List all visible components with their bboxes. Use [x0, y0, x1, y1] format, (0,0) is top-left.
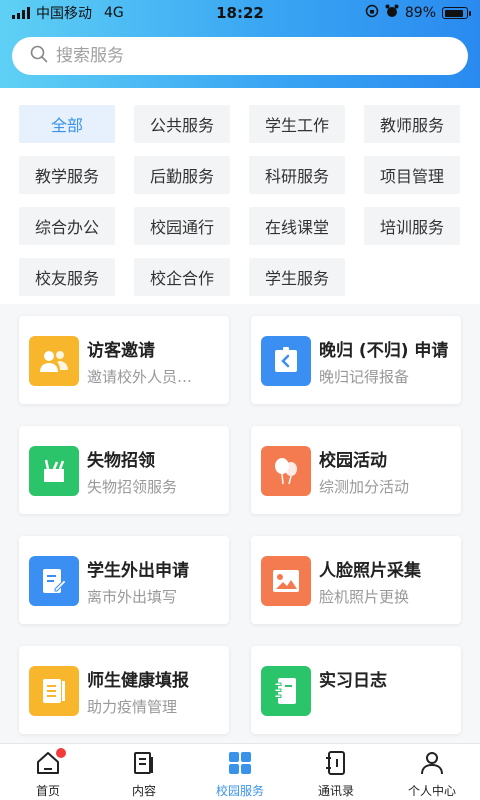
service-title: 访客邀请	[87, 341, 155, 361]
rotation-lock-icon	[365, 4, 379, 22]
category-office[interactable]: 综合办公	[19, 207, 115, 245]
alarm-icon	[385, 4, 399, 22]
balloon-icon	[261, 446, 311, 496]
battery-icon	[442, 7, 471, 19]
service-title: 晚归 (不归) 申请	[319, 341, 449, 361]
notification-dot	[56, 748, 66, 758]
tab-home[interactable]: 首页	[0, 744, 96, 800]
content-icon	[131, 750, 157, 780]
carrier-label: 中国移动	[36, 6, 92, 22]
service-subtitle: 失物招领服务	[87, 478, 178, 496]
category-student-work[interactable]: 学生工作	[249, 105, 345, 143]
battery-percent: 89%	[404, 5, 436, 21]
search-icon	[30, 45, 48, 67]
service-subtitle: 邀请校外人员…	[87, 368, 193, 386]
service-title: 校园活动	[319, 451, 387, 471]
category-online-class[interactable]: 在线课堂	[249, 207, 345, 245]
service-card-return-late[interactable]: 晚归 (不归) 申请 晚归记得报备	[251, 316, 461, 404]
bottom-tab-bar: 首页 内容 校园服务 通讯录 个人中心	[0, 743, 480, 800]
category-enterprise[interactable]: 校企合作	[134, 258, 230, 296]
category-alumni[interactable]: 校友服务	[19, 258, 115, 296]
service-subtitle: 离市外出填写	[87, 588, 178, 606]
service-subtitle: 助力疫情管理	[87, 698, 178, 716]
service-card-student-leave[interactable]: 学生外出申请 离市外出填写	[19, 536, 229, 624]
category-teaching[interactable]: 教学服务	[19, 156, 115, 194]
service-card-lost-found[interactable]: 失物招领 失物招领服务	[19, 426, 229, 514]
clock: 18:22	[216, 4, 264, 22]
service-card-internship-log[interactable]: 实习日志	[251, 646, 461, 734]
tab-profile[interactable]: 个人中心	[384, 744, 480, 800]
category-campus-pass[interactable]: 校园通行	[134, 207, 230, 245]
signal-icon	[12, 7, 30, 19]
grid-icon	[227, 750, 253, 780]
contacts-icon	[323, 750, 349, 780]
service-card-visitor[interactable]: 访客邀请 邀请校外人员…	[19, 316, 229, 404]
lost-found-icon	[29, 446, 79, 496]
service-title: 学生外出申请	[87, 561, 189, 581]
category-training[interactable]: 培训服务	[364, 207, 460, 245]
notebook-icon	[261, 666, 311, 716]
search-input[interactable]	[56, 46, 436, 66]
return-late-icon	[261, 336, 311, 386]
service-subtitle: 晚归记得报备	[319, 368, 410, 386]
tab-label: 通讯录	[317, 784, 354, 798]
tab-contacts[interactable]: 通讯录	[288, 744, 384, 800]
category-logistics[interactable]: 后勤服务	[134, 156, 230, 194]
tab-label: 个人中心	[407, 784, 456, 798]
service-subtitle: 脸机照片更换	[319, 588, 410, 606]
form-edit-icon	[29, 556, 79, 606]
tab-content[interactable]: 内容	[96, 744, 192, 800]
service-subtitle: 综测加分活动	[319, 478, 410, 496]
service-title: 实习日志	[319, 671, 387, 691]
tab-label: 内容	[131, 784, 156, 798]
service-card-campus-activity[interactable]: 校园活动 综测加分活动	[251, 426, 461, 514]
photo-icon	[261, 556, 311, 606]
search-bar[interactable]	[12, 37, 468, 75]
category-filter: 全部 公共服务 学生工作 教师服务 教学服务 后勤服务 科研服务 项目管理 综合…	[0, 88, 480, 304]
service-card-face-photo[interactable]: 人脸照片采集 脸机照片更换	[251, 536, 461, 624]
header: 中国移动 4G 18:22 89%	[0, 0, 480, 88]
health-report-icon	[29, 666, 79, 716]
service-card-health-report[interactable]: 师生健康填报 助力疫情管理	[19, 646, 229, 734]
category-project[interactable]: 项目管理	[364, 156, 460, 194]
service-title: 人脸照片采集	[319, 561, 421, 581]
category-all[interactable]: 全部	[19, 105, 115, 143]
tab-campus-service[interactable]: 校园服务	[192, 744, 288, 800]
service-title: 师生健康填报	[87, 671, 189, 691]
category-research[interactable]: 科研服务	[249, 156, 345, 194]
tab-label: 首页	[35, 784, 60, 798]
network-label: 4G	[104, 5, 124, 21]
category-teacher[interactable]: 教师服务	[364, 105, 460, 143]
category-student-service[interactable]: 学生服务	[249, 258, 345, 296]
tab-label: 校园服务	[215, 784, 264, 798]
category-public[interactable]: 公共服务	[134, 105, 230, 143]
profile-icon	[419, 750, 445, 780]
status-bar: 中国移动 4G 18:22 89%	[0, 0, 480, 26]
service-title: 失物招领	[87, 451, 155, 471]
visitor-icon	[29, 336, 79, 386]
